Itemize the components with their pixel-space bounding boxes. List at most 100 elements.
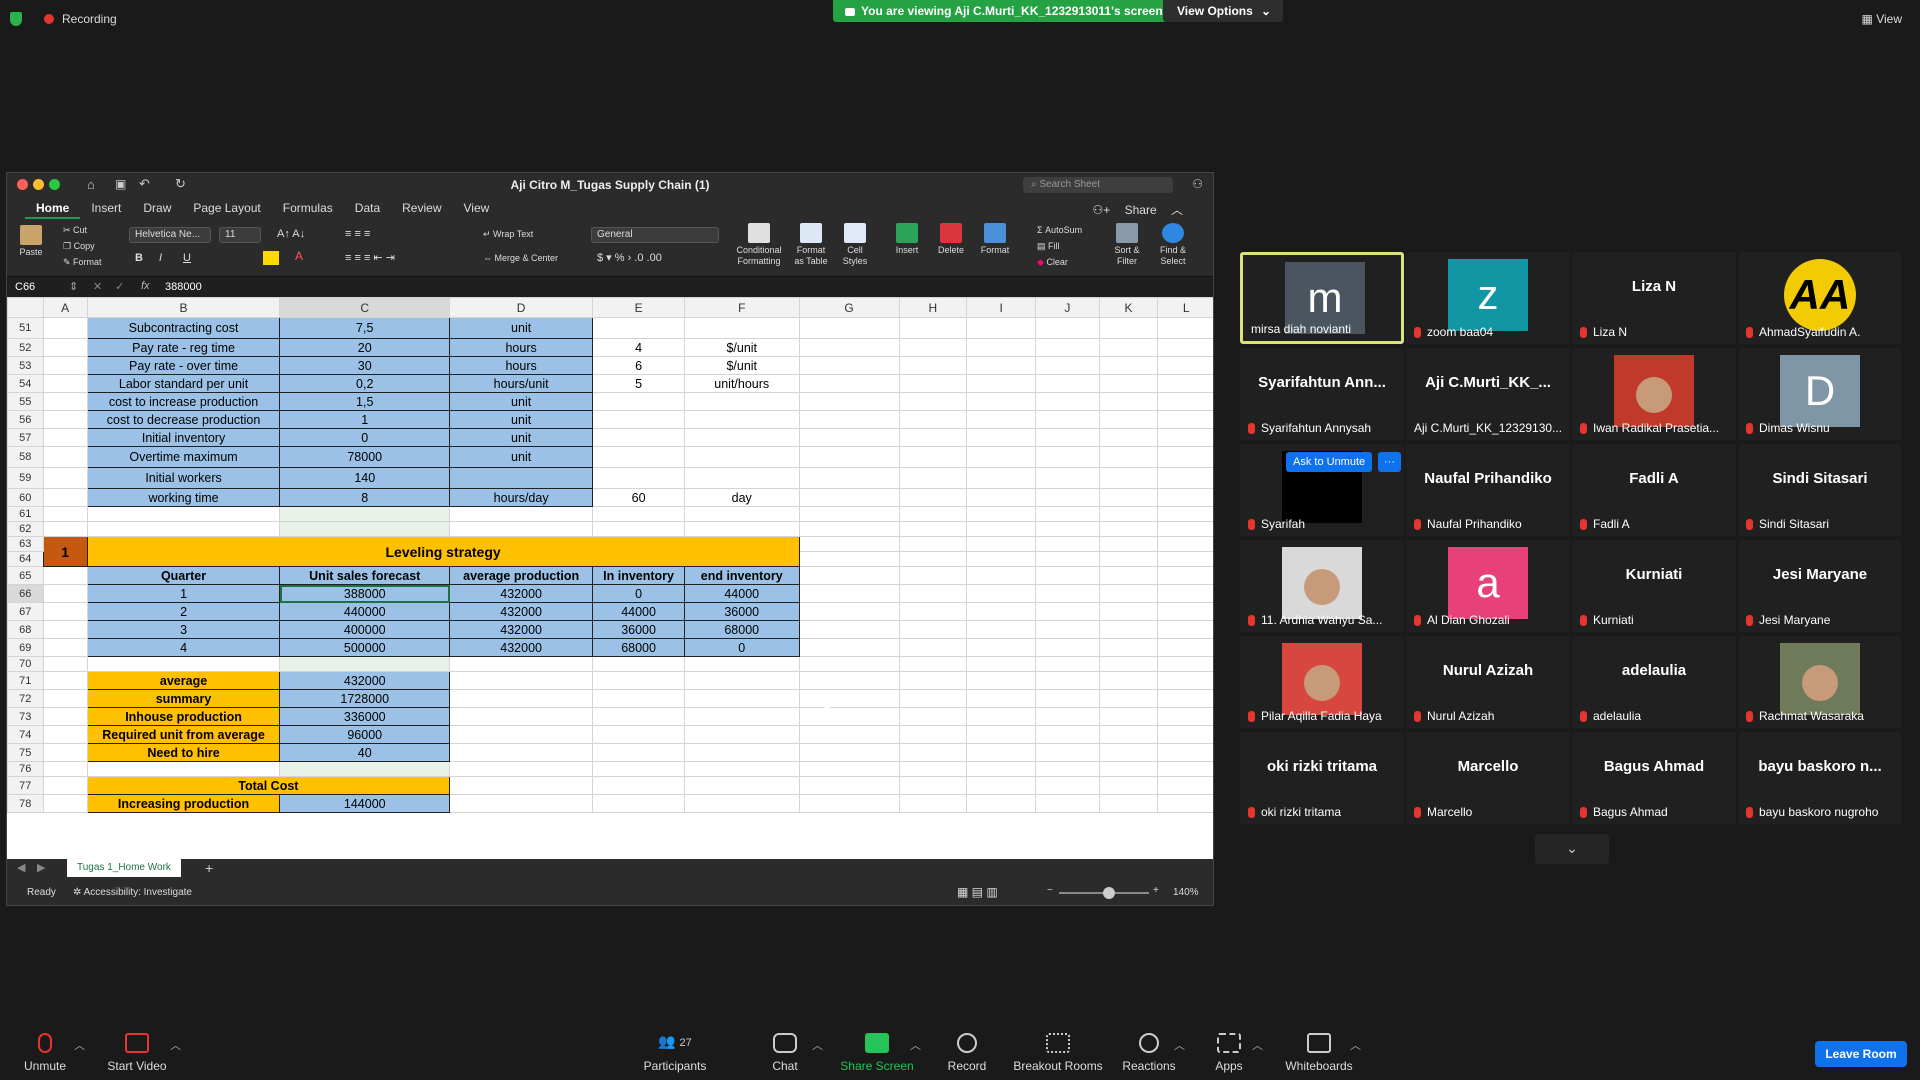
cell[interactable] <box>592 671 685 690</box>
cell[interactable] <box>449 743 594 762</box>
cell[interactable] <box>683 761 800 777</box>
row-header[interactable]: 52 <box>7 338 44 357</box>
cell[interactable] <box>1035 506 1100 522</box>
cell[interactable] <box>683 707 800 726</box>
start-video-button[interactable]: Start Video <box>92 1033 182 1073</box>
cell[interactable] <box>798 638 900 657</box>
cell[interactable] <box>798 506 900 522</box>
cell[interactable]: 1 <box>42 536 88 567</box>
cell[interactable] <box>1157 584 1213 603</box>
cell[interactable] <box>42 656 88 672</box>
row-header[interactable]: 69 <box>7 638 44 657</box>
cell[interactable] <box>798 707 900 726</box>
cell[interactable] <box>1157 551 1213 567</box>
cell[interactable] <box>798 566 900 585</box>
cell[interactable] <box>1098 743 1159 762</box>
cell[interactable] <box>683 392 800 411</box>
cell[interactable] <box>42 374 88 393</box>
cell[interactable] <box>1035 428 1100 447</box>
column-header[interactable]: E <box>592 297 685 318</box>
cell[interactable] <box>1035 410 1100 429</box>
cell[interactable] <box>1098 707 1159 726</box>
cell[interactable] <box>966 317 1037 339</box>
cell[interactable] <box>798 551 900 567</box>
cell[interactable]: summary <box>86 689 281 708</box>
row-header[interactable]: 65 <box>7 566 44 585</box>
insert-cells-button[interactable]: Insert <box>889 223 925 256</box>
row-header[interactable]: 76 <box>7 761 44 777</box>
cell[interactable] <box>683 743 800 762</box>
cell[interactable]: hours/day <box>449 488 594 507</box>
cell[interactable] <box>1035 776 1100 795</box>
cell[interactable] <box>1035 317 1100 339</box>
cell[interactable] <box>966 725 1037 744</box>
cell[interactable] <box>1035 761 1100 777</box>
row-header[interactable]: 54 <box>7 374 44 393</box>
cell[interactable] <box>898 620 968 639</box>
cell[interactable] <box>1035 638 1100 657</box>
row-header[interactable]: 55 <box>7 392 44 411</box>
cell[interactable]: 4 <box>86 638 281 657</box>
cell[interactable]: 388000 <box>279 584 451 603</box>
cell[interactable]: unit/hours <box>683 374 800 393</box>
cell[interactable] <box>1035 602 1100 621</box>
cell[interactable] <box>898 536 968 552</box>
cell[interactable]: average <box>86 671 281 690</box>
cell[interactable] <box>1098 656 1159 672</box>
cell[interactable] <box>1035 338 1100 357</box>
cell[interactable] <box>592 707 685 726</box>
cell[interactable] <box>798 317 900 339</box>
name-box[interactable]: C66 <box>15 281 35 293</box>
merge-center-button[interactable]: ⇔ Merge & Center <box>483 253 558 264</box>
cell[interactable] <box>966 506 1037 522</box>
cell[interactable] <box>1157 428 1213 447</box>
tab-formulas[interactable]: Formulas <box>272 197 344 219</box>
participant-tile[interactable]: Kurniati Kurniati <box>1572 540 1736 632</box>
cell[interactable] <box>898 725 968 744</box>
participant-tile[interactable]: Sindi Sitasari Sindi Sitasari <box>1738 444 1902 536</box>
column-header[interactable]: J <box>1035 297 1100 318</box>
sheet-tab-tugas1[interactable]: Tugas 1_Home Work <box>67 859 181 877</box>
cell[interactable] <box>683 794 800 813</box>
cell[interactable]: Initial workers <box>86 467 281 489</box>
tab-view[interactable]: View <box>453 197 501 219</box>
select-all-corner[interactable] <box>7 297 44 318</box>
find-select-button[interactable]: Find & Select <box>1153 223 1193 267</box>
cell[interactable] <box>1157 794 1213 813</box>
cell[interactable] <box>279 521 451 537</box>
tab-draw[interactable]: Draw <box>132 197 182 219</box>
cell[interactable] <box>966 761 1037 777</box>
cell[interactable] <box>86 656 281 672</box>
column-header[interactable]: G <box>798 297 900 318</box>
cell[interactable] <box>592 725 685 744</box>
column-header[interactable]: L <box>1157 297 1213 318</box>
cell[interactable] <box>798 536 900 552</box>
cell[interactable] <box>898 743 968 762</box>
cell[interactable] <box>449 671 594 690</box>
cell[interactable]: 20 <box>279 338 451 357</box>
cell[interactable] <box>1157 356 1213 375</box>
cell[interactable]: 7,5 <box>279 317 451 339</box>
cell[interactable] <box>42 566 88 585</box>
view-options-button[interactable]: View Options ⌄ <box>1163 0 1283 22</box>
cell[interactable] <box>898 317 968 339</box>
cell[interactable] <box>898 392 968 411</box>
cell[interactable] <box>1098 794 1159 813</box>
cell[interactable] <box>798 374 900 393</box>
cell[interactable] <box>966 584 1037 603</box>
cell[interactable] <box>1098 536 1159 552</box>
zoom-slider-thumb[interactable] <box>1103 887 1115 899</box>
cell[interactable]: 40 <box>279 743 451 762</box>
cell[interactable] <box>898 521 968 537</box>
cell[interactable] <box>1157 317 1213 339</box>
align-left-icon[interactable]: ≡ ≡ ≡ ⇤ ⇥ <box>345 253 395 264</box>
cell[interactable] <box>1098 488 1159 507</box>
cell[interactable] <box>966 743 1037 762</box>
row-header[interactable]: 59 <box>7 467 44 489</box>
cell[interactable] <box>683 467 800 489</box>
cell[interactable]: Unit sales forecast <box>279 566 451 585</box>
tab-data[interactable]: Data <box>344 197 391 219</box>
cell[interactable] <box>798 776 900 795</box>
cell[interactable] <box>592 761 685 777</box>
cell[interactable] <box>1098 761 1159 777</box>
